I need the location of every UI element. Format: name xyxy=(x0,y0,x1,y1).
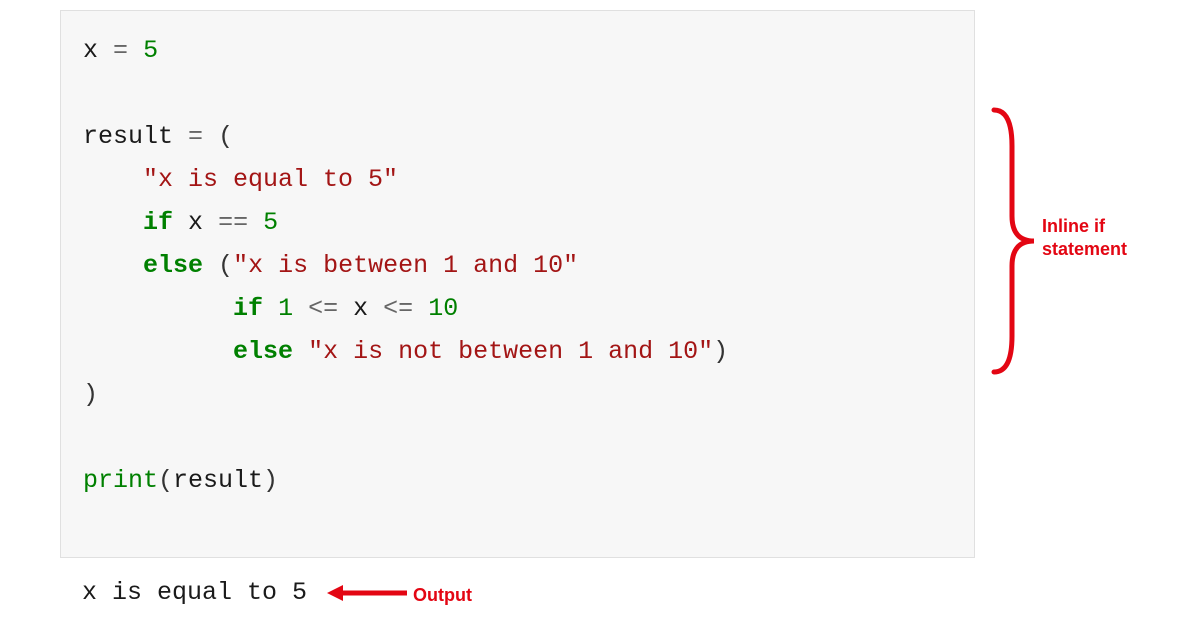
curly-brace-icon xyxy=(990,106,1038,376)
code-line-11: print(result) xyxy=(83,459,952,502)
code-line-8: else "x is not between 1 and 10") xyxy=(83,330,952,373)
annotation-inline-if: Inline if statement xyxy=(1042,215,1162,262)
code-line-7: if 1 <= x <= 10 xyxy=(83,287,952,330)
output-text: x is equal to 5 xyxy=(82,578,307,607)
code-line-3: result = ( xyxy=(83,115,952,158)
code-line-2 xyxy=(83,72,952,115)
arrow-left-icon xyxy=(325,582,409,604)
code-line-6: else ("x is between 1 and 10" xyxy=(83,244,952,287)
annotation-output: Output xyxy=(413,584,472,607)
code-block: x = 5 result = ( "x is equal to 5" if x … xyxy=(60,10,975,558)
code-line-10 xyxy=(83,416,952,459)
code-line-5: if x == 5 xyxy=(83,201,952,244)
code-line-4: "x is equal to 5" xyxy=(83,158,952,201)
code-line-9: ) xyxy=(83,373,952,416)
code-line-1: x = 5 xyxy=(83,29,952,72)
